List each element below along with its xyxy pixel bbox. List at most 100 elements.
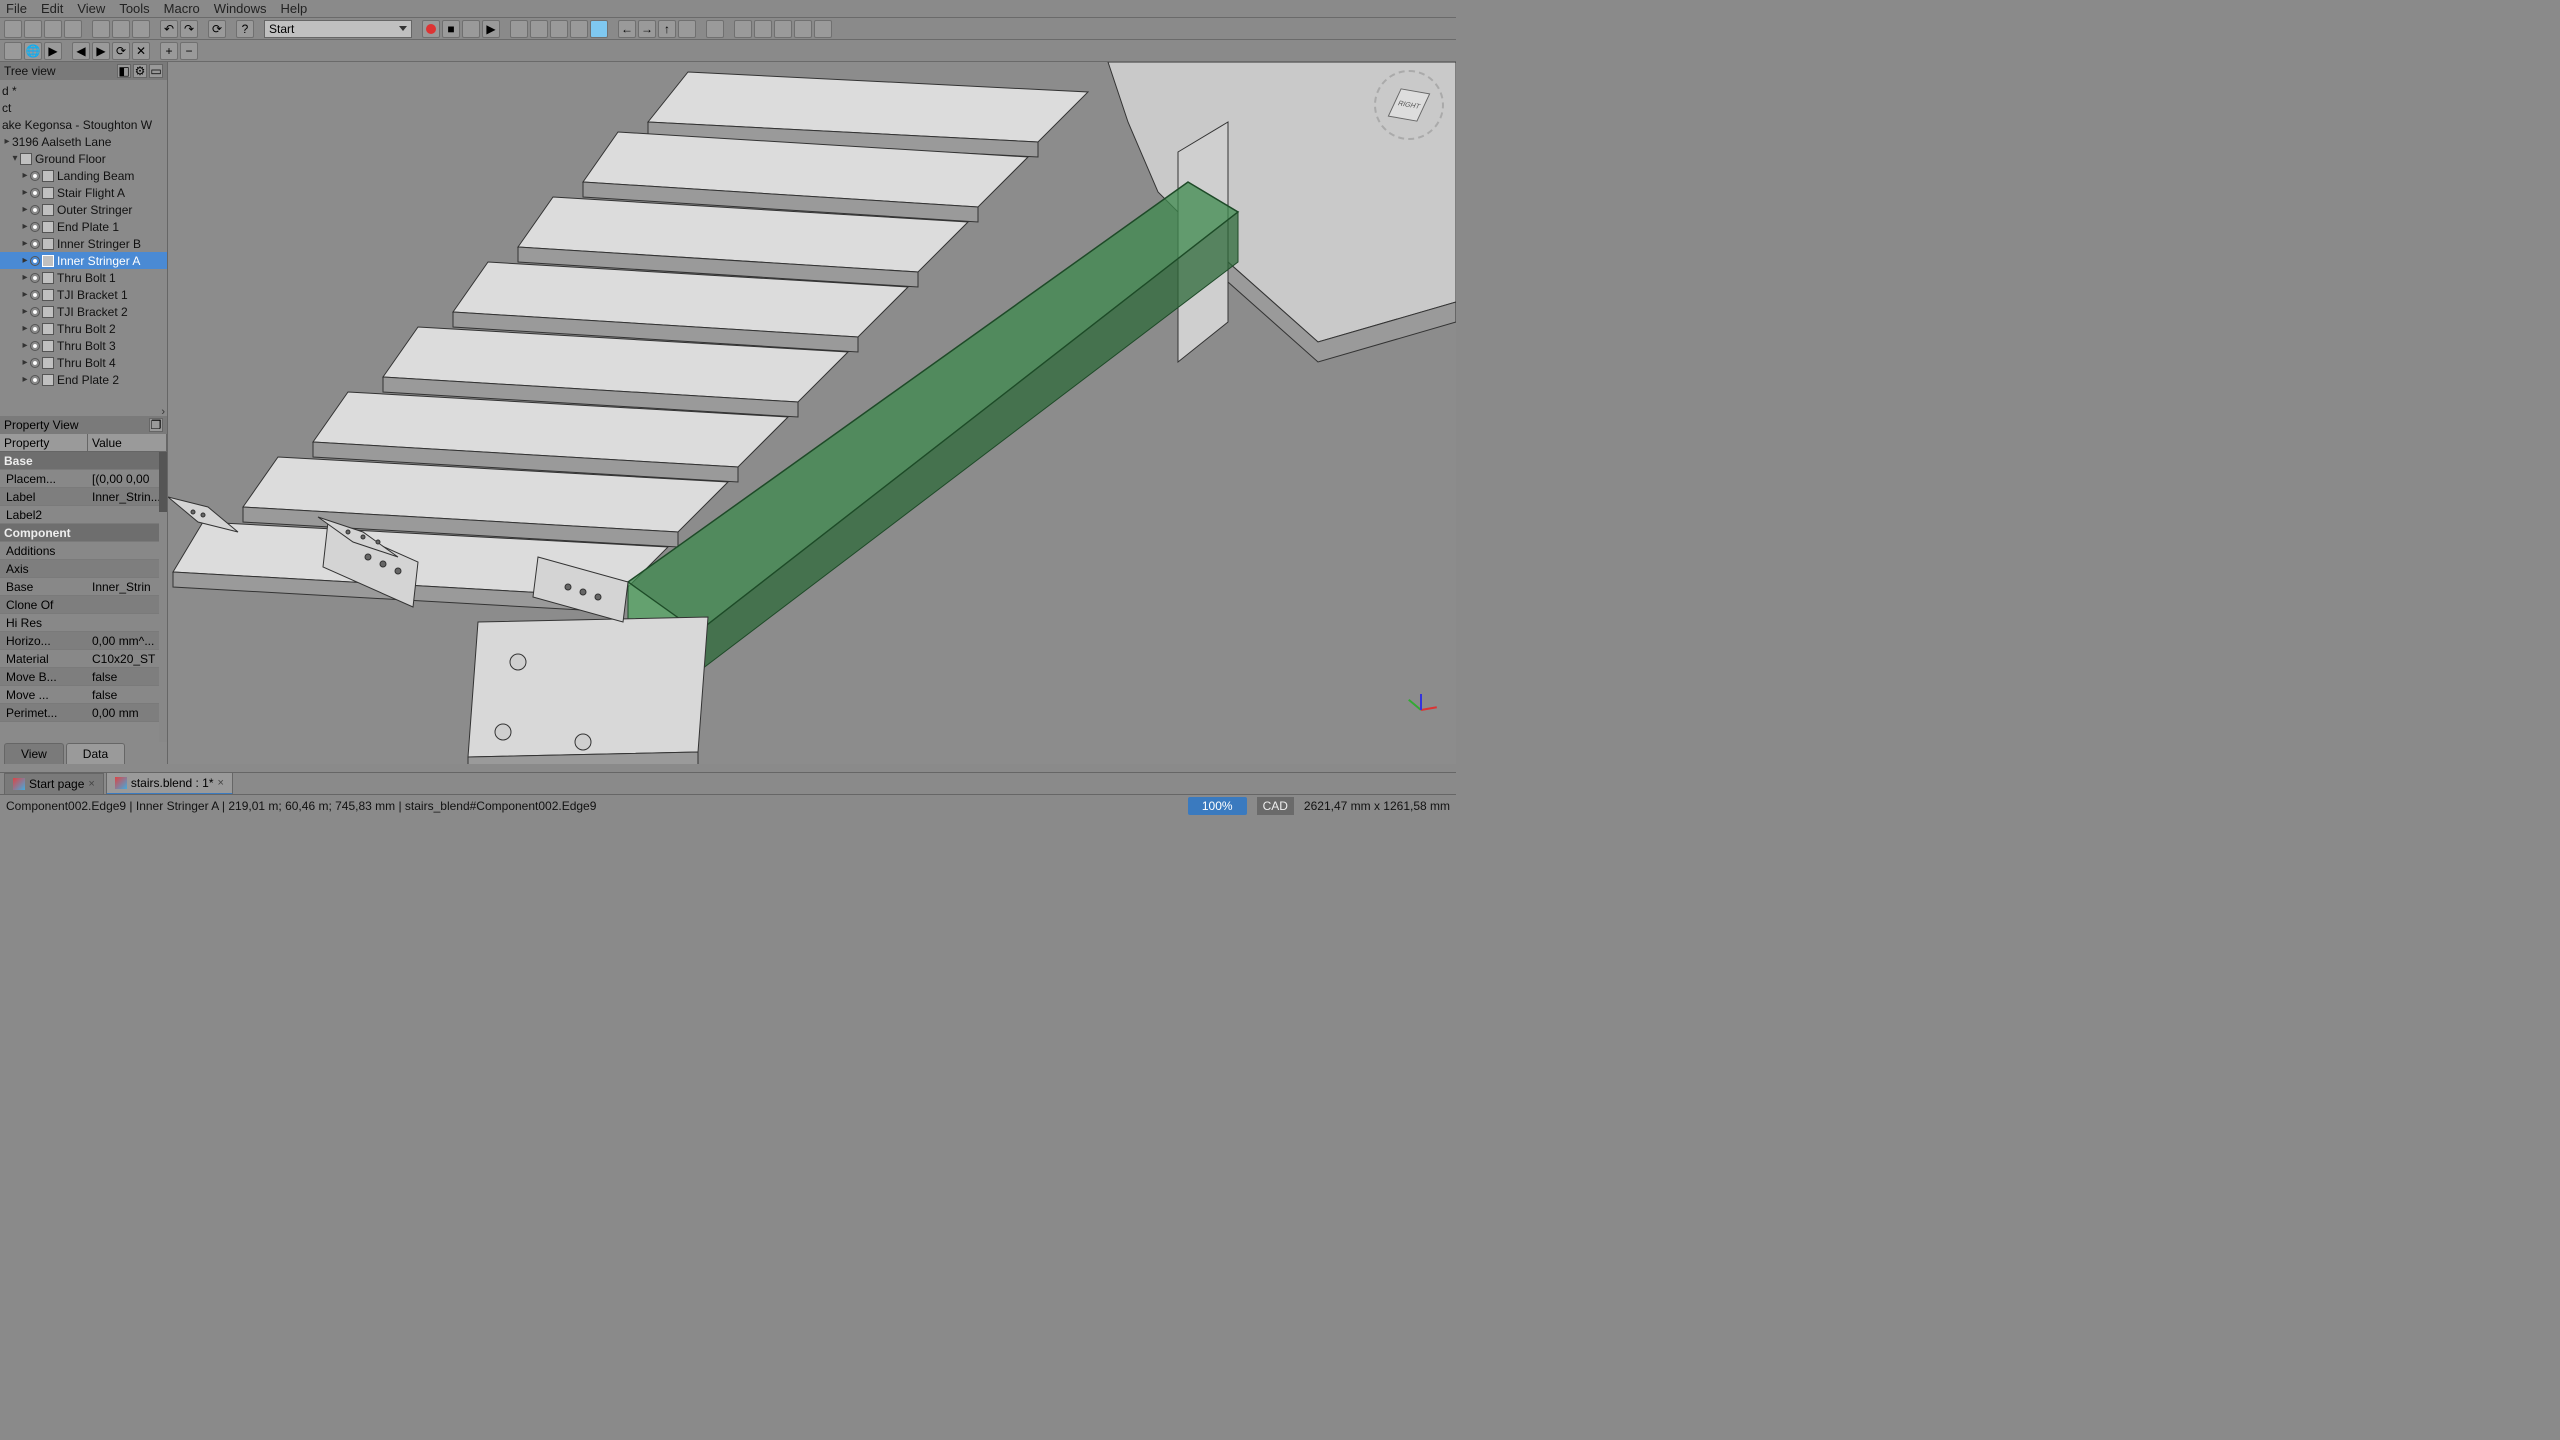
sync-view-button[interactable] — [590, 20, 608, 38]
tree-root[interactable]: d * — [0, 82, 167, 99]
tree-item[interactable]: ▸Landing Beam — [0, 167, 167, 184]
refresh-button[interactable]: ⟳ — [208, 20, 226, 38]
panel-gear-icon[interactable]: ⚙ — [133, 64, 147, 78]
panel-splitter[interactable]: › — [0, 410, 167, 416]
nav-back-button[interactable]: ◀ — [72, 42, 90, 60]
zoom-out-button[interactable]: − — [180, 42, 198, 60]
zoom-indicator[interactable]: 100% — [1188, 797, 1247, 815]
prop-row[interactable]: Additions — [0, 542, 167, 560]
axis-button[interactable] — [814, 20, 832, 38]
nav-next-button[interactable]: ▶ — [44, 42, 62, 60]
visibility-icon[interactable] — [30, 341, 40, 351]
panel-float-icon[interactable]: ◧ — [117, 64, 131, 78]
doc-tab-stairs[interactable]: stairs.blend : 1* × — [106, 772, 233, 795]
undo-button[interactable]: ↶ — [160, 20, 178, 38]
visibility-icon[interactable] — [30, 171, 40, 181]
world-button[interactable]: 🌐 — [24, 42, 42, 60]
visibility-icon[interactable] — [30, 188, 40, 198]
doc-tab-start[interactable]: Start page × — [4, 773, 104, 795]
print-button[interactable] — [64, 20, 82, 38]
prop-row[interactable]: Clone Of — [0, 596, 167, 614]
macro-edit-button[interactable] — [462, 20, 480, 38]
prop-row[interactable]: Horizo...0,00 mm^... — [0, 632, 167, 650]
prop-row[interactable]: Axis — [0, 560, 167, 578]
prop-row[interactable]: Label2 — [0, 506, 167, 524]
tree-item[interactable]: ▸End Plate 2 — [0, 371, 167, 388]
tree-item[interactable]: ▸End Plate 1 — [0, 218, 167, 235]
measure-button[interactable] — [706, 20, 724, 38]
tree-item[interactable]: ▸TJI Bracket 2 — [0, 303, 167, 320]
tree-item[interactable]: ▸Thru Bolt 1 — [0, 269, 167, 286]
tree-item[interactable]: ▸Inner Stringer B — [0, 235, 167, 252]
tree-address[interactable]: ▸3196 Aalseth Lane — [0, 133, 167, 150]
tree-site[interactable]: ake Kegonsa - Stoughton W — [0, 116, 167, 133]
prop-row[interactable]: Move ...false — [0, 686, 167, 704]
tree-item[interactable]: ▸Outer Stringer — [0, 201, 167, 218]
property-scrollbar[interactable] — [159, 452, 167, 742]
new-button[interactable] — [4, 20, 22, 38]
tree-item[interactable]: ▸Stair Flight A — [0, 184, 167, 201]
group-button[interactable] — [754, 20, 772, 38]
nav-stop-button[interactable]: ✕ — [132, 42, 150, 60]
visibility-icon[interactable] — [30, 205, 40, 215]
prop-row[interactable]: Perimet...0,00 mm — [0, 704, 167, 722]
fit-selection-button[interactable] — [530, 20, 548, 38]
close-icon[interactable]: × — [88, 778, 94, 790]
nav-left-button[interactable]: ← — [618, 20, 636, 38]
macro-stop-button[interactable]: ■ — [442, 20, 460, 38]
macro-record-button[interactable] — [422, 20, 440, 38]
visibility-icon[interactable] — [30, 307, 40, 317]
tree-group-floor[interactable]: ▾Ground Floor — [0, 150, 167, 167]
panel-minimize-icon[interactable]: ▭ — [149, 64, 163, 78]
nav-right-button[interactable]: → — [638, 20, 656, 38]
menu-windows[interactable]: Windows — [214, 1, 267, 16]
menu-help[interactable]: Help — [281, 1, 308, 16]
visibility-icon[interactable] — [30, 358, 40, 368]
draw-style-button[interactable] — [550, 20, 568, 38]
nav-fwd-button[interactable]: ▶ — [92, 42, 110, 60]
tree-item[interactable]: ▸Thru Bolt 2 — [0, 320, 167, 337]
tree-doc[interactable]: ct — [0, 99, 167, 116]
copy-button[interactable] — [112, 20, 130, 38]
panel-detach-icon[interactable]: ❐ — [149, 418, 163, 432]
menu-tools[interactable]: Tools — [119, 1, 149, 16]
link-group-button[interactable] — [794, 20, 812, 38]
prop-row[interactable]: Placem...[(0,00 0,00 — [0, 470, 167, 488]
navigation-cube[interactable]: RIGHT — [1374, 70, 1444, 140]
visibility-icon[interactable] — [30, 273, 40, 283]
col-value[interactable]: Value — [88, 434, 167, 451]
macro-play-button[interactable]: ▶ — [482, 20, 500, 38]
tab-data[interactable]: Data — [66, 743, 125, 764]
zoom-in-button[interactable]: + — [160, 42, 178, 60]
menu-edit[interactable]: Edit — [41, 1, 63, 16]
prop-row[interactable]: Hi Res — [0, 614, 167, 632]
whatsthis-button[interactable]: ? — [236, 20, 254, 38]
nav-style-indicator[interactable]: CAD — [1257, 797, 1294, 815]
tree-item-selected[interactable]: ▸Inner Stringer A — [0, 252, 167, 269]
tree-item[interactable]: ▸Thru Bolt 3 — [0, 337, 167, 354]
prop-row[interactable]: LabelInner_Strin... — [0, 488, 167, 506]
tree-item[interactable]: ▸TJI Bracket 1 — [0, 286, 167, 303]
cut-button[interactable] — [92, 20, 110, 38]
col-property[interactable]: Property — [0, 434, 88, 451]
nav-reload-button[interactable]: ⟳ — [112, 42, 130, 60]
open-button[interactable] — [24, 20, 42, 38]
prop-row[interactable]: Move B...false — [0, 668, 167, 686]
tree-item[interactable]: ▸Thru Bolt 4 — [0, 354, 167, 371]
fit-all-button[interactable] — [510, 20, 528, 38]
tree-view[interactable]: d * ct ake Kegonsa - Stoughton W ▸3196 A… — [0, 80, 167, 410]
close-icon[interactable]: × — [218, 777, 224, 789]
menu-macro[interactable]: Macro — [164, 1, 200, 16]
paste-button[interactable] — [132, 20, 150, 38]
tab-view[interactable]: View — [4, 743, 64, 764]
nav-link-button[interactable] — [678, 20, 696, 38]
prop-row[interactable]: BaseInner_Strin — [0, 578, 167, 596]
visibility-icon[interactable] — [30, 256, 40, 266]
link-button[interactable] — [774, 20, 792, 38]
part-button[interactable] — [734, 20, 752, 38]
menu-view[interactable]: View — [77, 1, 105, 16]
nav-up-button[interactable]: ↑ — [658, 20, 676, 38]
save-button[interactable] — [44, 20, 62, 38]
redo-button[interactable]: ↷ — [180, 20, 198, 38]
workbench-select[interactable]: Start — [264, 20, 412, 38]
